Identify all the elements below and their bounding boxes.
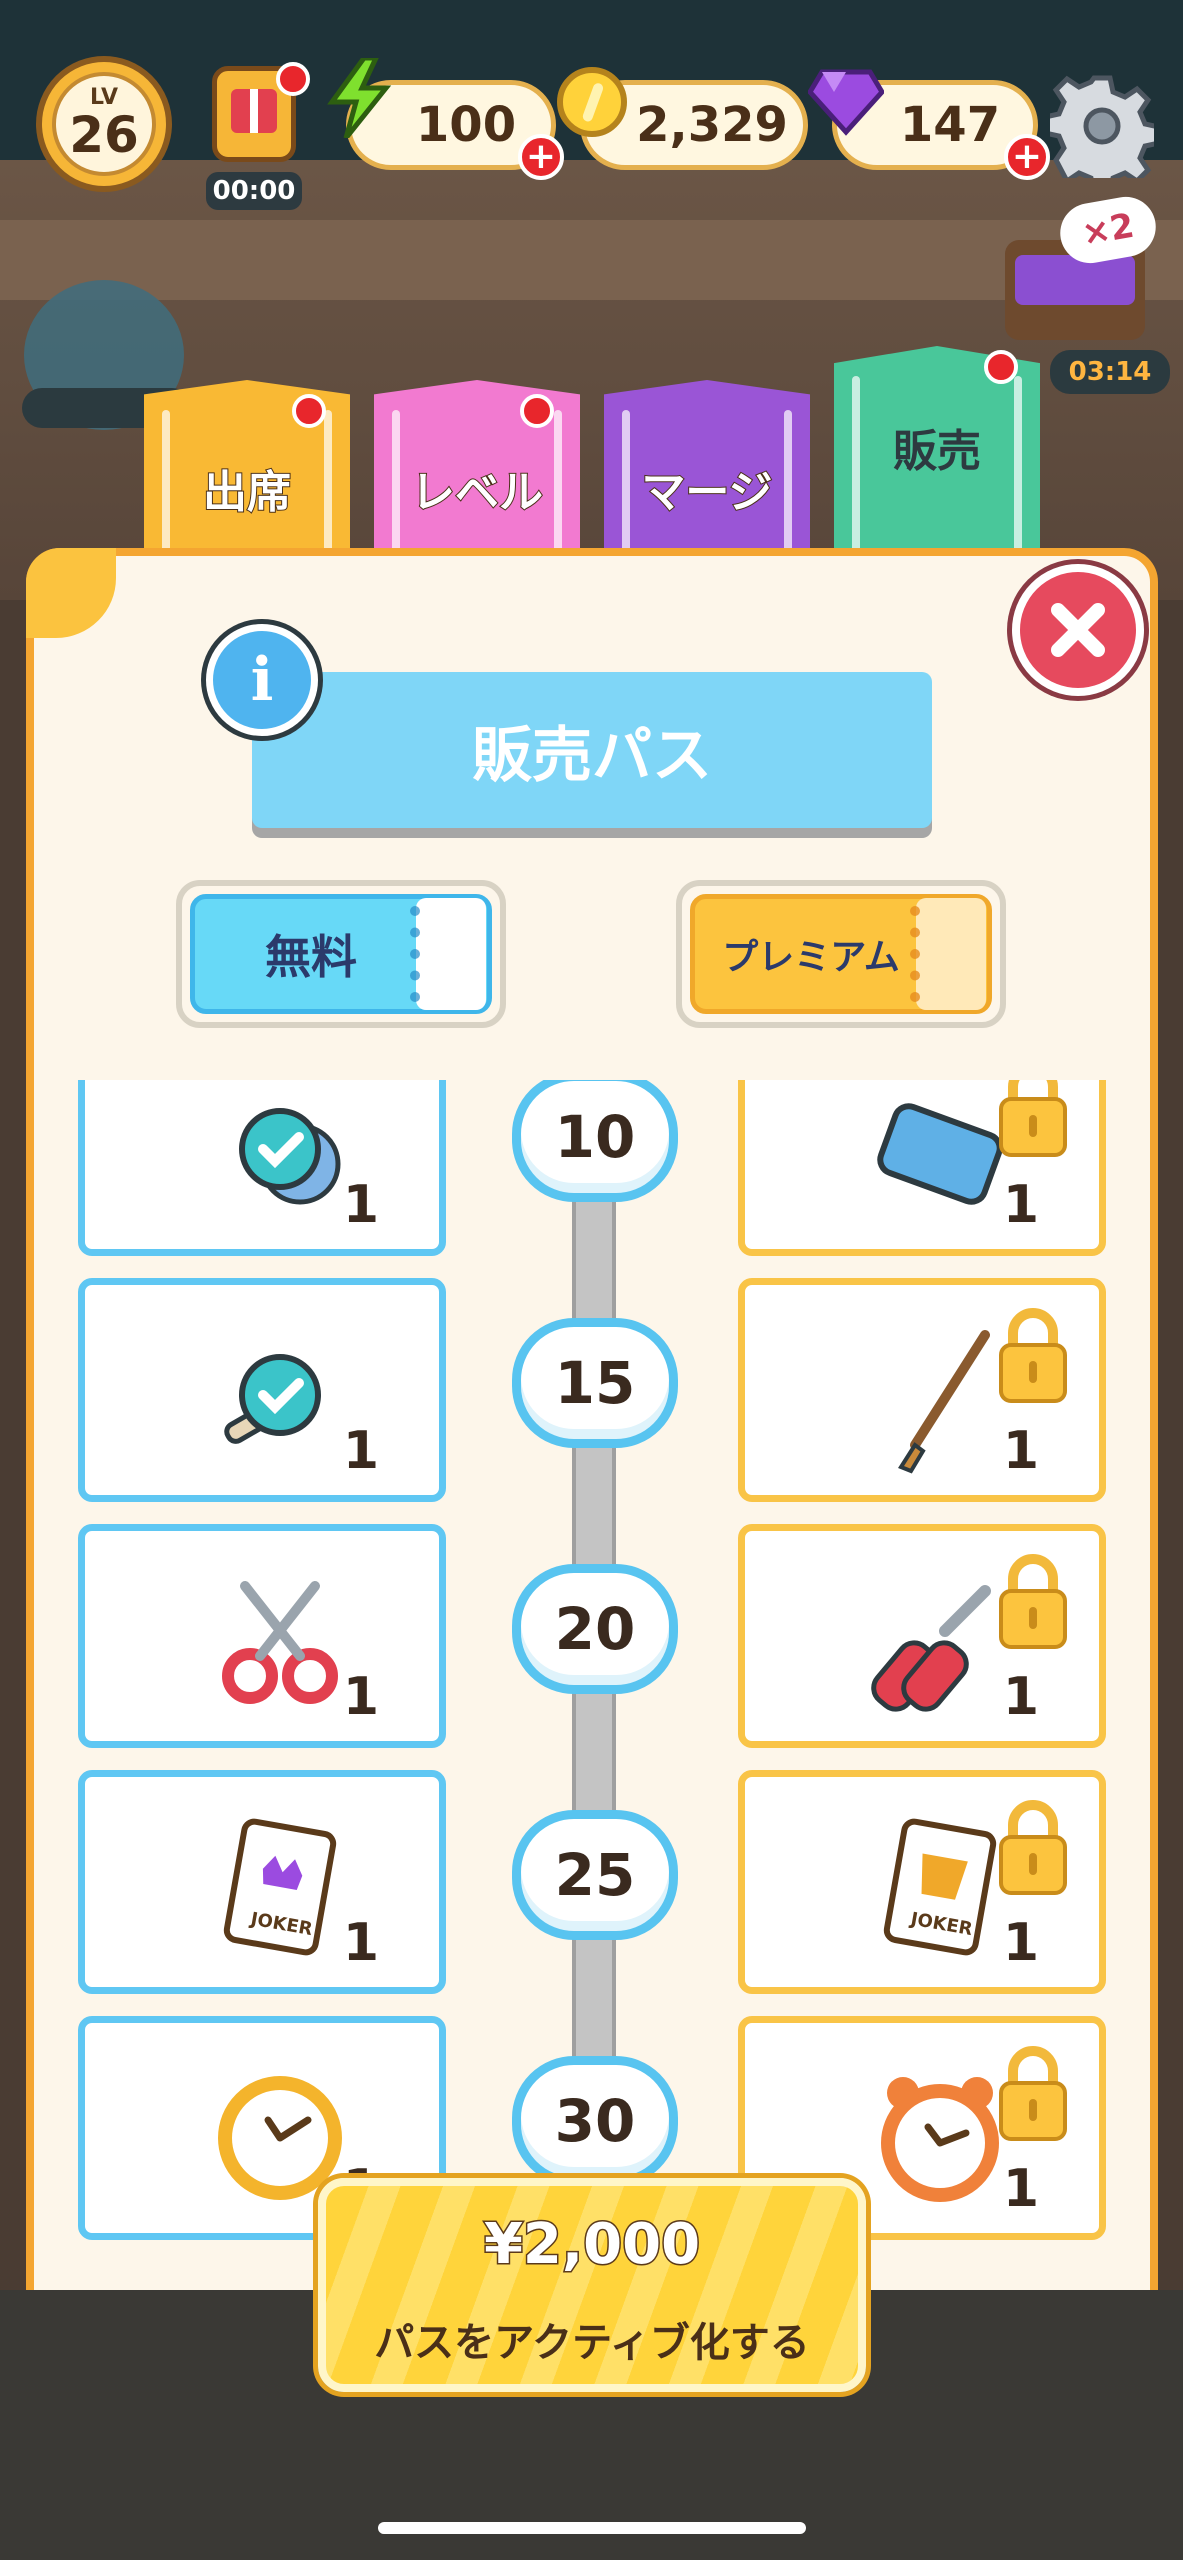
tab-level-label: レベル <box>410 466 544 519</box>
confirm-token-icon <box>239 1108 341 1205</box>
lock-icon <box>999 1554 1067 1649</box>
lock-icon <box>999 1080 1067 1157</box>
free-label: 無料 <box>265 930 357 984</box>
premium-quantity: 1 <box>1002 1421 1039 1481</box>
free-reward-card[interactable]: 1 <box>78 1278 446 1502</box>
premium-track-header: プレミアム <box>676 880 1006 1028</box>
coin-icon <box>557 67 627 137</box>
pass-price: ¥2,000 <box>482 2211 701 2279</box>
home-indicator[interactable] <box>378 2522 806 2534</box>
premium-label: プレミアム <box>722 937 900 978</box>
gift-ribbon <box>250 89 258 133</box>
joker-card-premium-icon: JOKER <box>883 1818 997 1956</box>
gem-add-button[interactable]: + <box>1004 134 1050 180</box>
gem-icon <box>808 69 884 136</box>
free-quantity: 1 <box>342 1421 379 1481</box>
premium-reward-card[interactable]: JOKER 1 <box>738 1770 1106 1994</box>
scissors-icon <box>222 1581 338 1704</box>
gift-notification-dot <box>276 62 310 96</box>
premium-quantity: 1 <box>1002 1913 1039 1973</box>
free-quantity: 1 <box>342 1175 379 1235</box>
speaker-icon <box>877 1103 1003 1205</box>
free-quantity: 1 <box>342 1913 379 1973</box>
free-reward-card[interactable]: 1 <box>78 1524 446 1748</box>
page-title: 販売パス <box>252 672 932 828</box>
free-track-header: 無料 <box>176 880 506 1028</box>
tab-sales-dot <box>984 350 1018 384</box>
activate-pass-button[interactable]: ¥2,000 パスをアクティブ化する <box>318 2178 866 2392</box>
alarm-clock-icon <box>881 2077 999 2202</box>
premium-quantity: 1 <box>1002 2159 1039 2219</box>
gear-icon[interactable] <box>1050 74 1154 178</box>
tab-merge-label: マージ <box>640 466 773 519</box>
tab-attendance-label: 出席 <box>202 466 292 519</box>
level-marker: 10 <box>512 1080 678 1202</box>
lock-icon <box>999 2046 1067 2141</box>
gift-timer: 00:00 <box>206 172 302 210</box>
tab-merge[interactable]: マージ <box>604 380 810 560</box>
info-icon: i <box>250 645 274 715</box>
level-marker: 30 <box>512 2056 678 2186</box>
premium-reward-card[interactable]: 1 <box>738 1080 1106 1256</box>
tab-level-dot <box>520 394 554 428</box>
free-reward-card[interactable]: 1 <box>78 1080 446 1256</box>
info-button[interactable]: i <box>206 624 318 736</box>
close-icon <box>1051 603 1105 657</box>
tab-sales-label: 販売 <box>893 426 981 477</box>
confirm-brush-icon <box>224 1354 321 1444</box>
activate-pass-label: パスをアクティブ化する <box>374 2320 810 2366</box>
lock-icon <box>999 1308 1067 1403</box>
close-button[interactable] <box>1012 564 1144 696</box>
pruner-icon <box>871 1585 991 1712</box>
premium-quantity: 1 <box>1002 1175 1039 1235</box>
lock-icon <box>999 1800 1067 1895</box>
lightning-icon <box>327 58 392 138</box>
reward-row: 1 10 1 <box>66 1080 1118 1256</box>
reward-row: 1 20 1 <box>66 1524 1118 1748</box>
energy-add-button[interactable]: + <box>518 134 564 180</box>
level-marker: 15 <box>512 1318 678 1448</box>
reward-list[interactable]: 1 10 1 1 15 1 1 20 1 JOKER 1 25 JOKER 1 … <box>66 1080 1118 2290</box>
reward-row: JOKER 1 25 JOKER 1 <box>66 1770 1118 1994</box>
brush-icon <box>898 1330 990 1474</box>
premium-reward-card[interactable]: 1 <box>738 1524 1106 1748</box>
premium-reward-card[interactable]: 1 <box>738 1278 1106 1502</box>
free-quantity: 1 <box>342 1667 379 1727</box>
level-marker: 20 <box>512 1564 678 1694</box>
free-ticket-stub <box>416 898 486 1010</box>
premium-ticket-stub <box>916 898 986 1010</box>
free-reward-card[interactable]: JOKER 1 <box>78 1770 446 1994</box>
reward-row: 1 15 1 <box>66 1278 1118 1502</box>
joker-card-icon: JOKER <box>223 1818 337 1956</box>
level-value: 26 <box>69 106 139 164</box>
chest-timer: 03:14 <box>1050 350 1170 394</box>
level-marker: 25 <box>512 1810 678 1940</box>
level-badge[interactable]: LV 26 <box>36 56 172 192</box>
tab-attendance-dot <box>292 394 326 428</box>
premium-quantity: 1 <box>1002 1667 1039 1727</box>
